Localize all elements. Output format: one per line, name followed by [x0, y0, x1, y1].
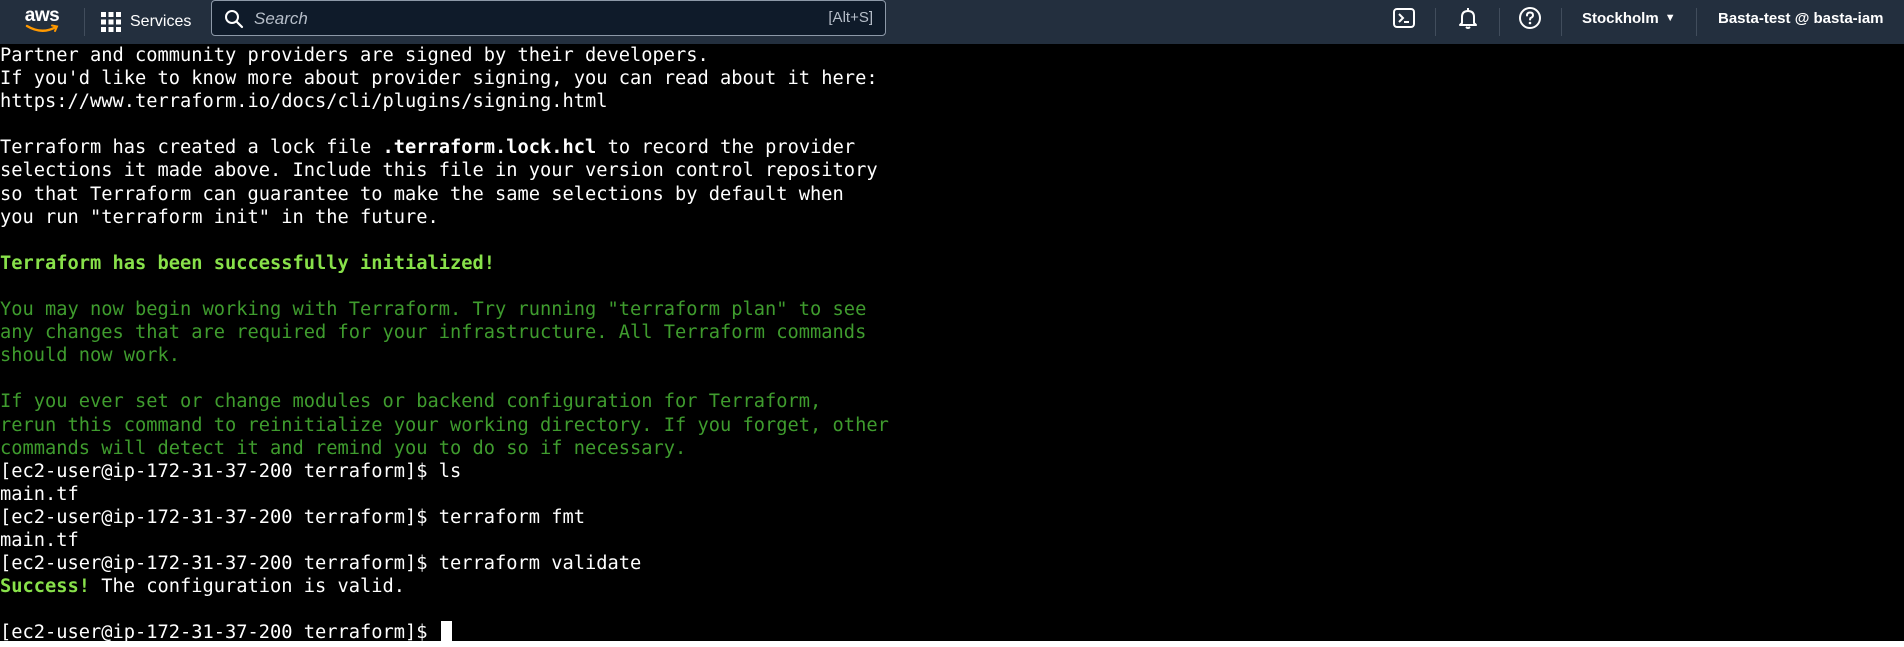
terminal-line: If you ever set or change modules or bac… [0, 390, 889, 413]
search-box[interactable]: [Alt+S] [211, 0, 886, 37]
terminal-line: [ec2-user@ip-172-31-37-200 terraform]$ t… [0, 506, 889, 529]
terminal-text: should now work. [0, 345, 181, 367]
terminal-line: [ec2-user@ip-172-31-37-200 terraform]$ l… [0, 460, 889, 483]
services-label: Services [130, 13, 192, 30]
terminal-text: Terraform has created a lock file [0, 137, 383, 159]
terminal-text: to record the provider [596, 137, 856, 159]
terminal-text: [ec2-user@ip-172-31-37-200 terraform]$ l… [0, 460, 462, 482]
terminal-text: rerun this command to reinitialize your … [0, 414, 889, 436]
terminal-line: main.tf [0, 483, 889, 506]
aws-smile-icon [25, 24, 59, 32]
terminal-text: commands will detect it and remind you t… [0, 437, 687, 459]
terminal-line: If you'd like to know more about provide… [0, 67, 889, 90]
terminal-line: selections it made above. Include this f… [0, 159, 889, 182]
terminal-line: Terraform has created a lock file .terra… [0, 136, 889, 159]
terminal-line: Success! The configuration is valid. [0, 575, 889, 598]
account-menu[interactable]: Basta-test @ basta-iam [1718, 0, 1884, 36]
divider [1435, 8, 1436, 36]
terminal-line: any changes that are required for your i… [0, 321, 889, 344]
terminal-line: so that Terraform can guarantee to make … [0, 183, 889, 206]
terminal-text: [ec2-user@ip-172-31-37-200 terraform]$ t… [0, 553, 642, 575]
terminal-cursor [440, 621, 452, 641]
terminal-text: If you ever set or change modules or bac… [0, 391, 822, 413]
terminal-line: you run "terraform init" in the future. [0, 206, 889, 229]
terminal-text: main.tf [0, 529, 79, 551]
terminal-line: should now work. [0, 344, 889, 367]
terminal-line: https://www.terraform.io/docs/cli/plugin… [0, 90, 889, 113]
help-icon [1519, 7, 1541, 29]
caret-down-icon: ▼ [1664, 12, 1676, 24]
terminal-text: selections it made above. Include this f… [0, 160, 878, 182]
divider [1499, 8, 1500, 36]
terminal-text: [ec2-user@ip-172-31-37-200 terraform]$ [0, 622, 439, 641]
terminal-output: Partner and community providers are sign… [0, 44, 889, 641]
terminal-text: Terraform has been successfully initiali… [0, 252, 496, 274]
terminal-line: Terraform has been successfully initiali… [0, 252, 889, 275]
terminal-line: main.tf [0, 529, 889, 552]
terminal-text: you run "terraform init" in the future. [0, 206, 439, 228]
terminal-line: commands will detect it and remind you t… [0, 437, 889, 460]
search-input[interactable] [252, 1, 776, 37]
terminal-text: https://www.terraform.io/docs/cli/plugin… [0, 91, 608, 113]
terminal-line: [ec2-user@ip-172-31-37-200 terraform]$ t… [0, 552, 889, 575]
terminal-text: main.tf [0, 483, 79, 505]
region-label: Stockholm [1582, 9, 1659, 27]
terminal-text: any changes that are required for your i… [0, 322, 867, 344]
notifications-button[interactable] [1454, 4, 1482, 32]
grid-icon [101, 12, 121, 32]
terminal-line: [ec2-user@ip-172-31-37-200 terraform]$ [0, 621, 889, 641]
bell-icon [1459, 8, 1477, 29]
terminal-line: Partner and community providers are sign… [0, 44, 889, 67]
aws-logo[interactable]: aws [22, 4, 62, 38]
account-label: Basta-test @ basta-iam [1718, 9, 1884, 27]
bottom-edge [0, 641, 1904, 647]
divider [1696, 8, 1697, 36]
terminal-text-bold: .terraform.lock.hcl [382, 137, 597, 159]
terminal-text: You may now begin working with Terraform… [0, 299, 867, 321]
terminal-text: Partner and community providers are sign… [0, 45, 709, 66]
terminal-text: so that Terraform can guarantee to make … [0, 183, 844, 205]
divider [84, 8, 85, 36]
cloudshell-icon [1393, 8, 1415, 28]
aws-top-navigation: aws Services [Alt+S] [0, 0, 1904, 44]
services-menu-button[interactable]: Services [100, 0, 191, 44]
divider [1561, 8, 1562, 36]
cloudshell-terminal[interactable]: Partner and community providers are sign… [0, 44, 1904, 641]
help-button[interactable] [1516, 4, 1544, 32]
terminal-text: [ec2-user@ip-172-31-37-200 terraform]$ t… [0, 506, 586, 528]
terminal-line: rerun this command to reinitialize your … [0, 414, 889, 437]
search-icon [225, 10, 244, 29]
terminal-text: The configuration is valid. [90, 576, 406, 598]
terminal-text: If you'd like to know more about provide… [0, 68, 878, 90]
region-selector[interactable]: Stockholm ▼ [1582, 0, 1676, 36]
search-shortcut-hint: [Alt+S] [828, 9, 873, 26]
cloudshell-button[interactable] [1390, 4, 1418, 32]
terminal-success-label: Success! [0, 576, 91, 598]
terminal-line: You may now begin working with Terraform… [0, 298, 889, 321]
